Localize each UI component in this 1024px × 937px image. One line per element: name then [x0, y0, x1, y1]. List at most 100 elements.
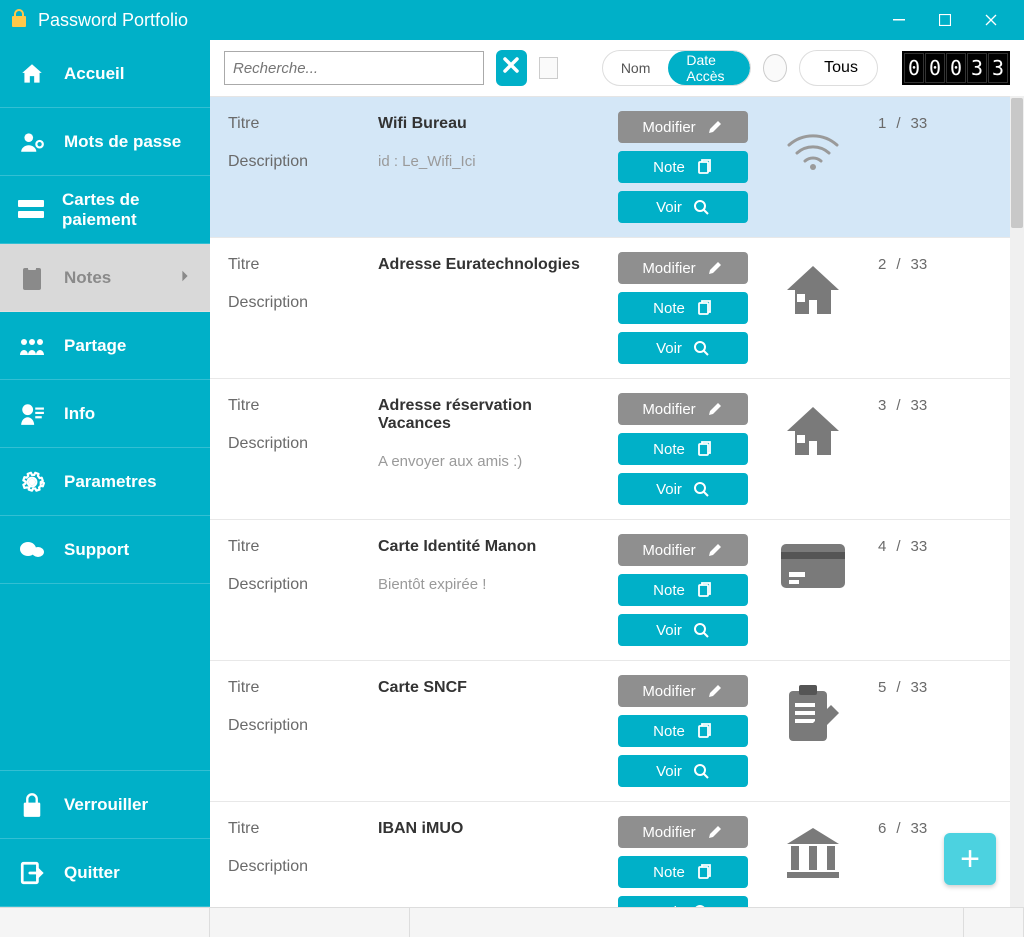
note-button[interactable]: Note: [618, 856, 748, 888]
list-item[interactable]: Titre Description Adresse réservation Va…: [210, 379, 1024, 520]
view-button[interactable]: Voir: [618, 473, 748, 505]
list-item[interactable]: Titre Description IBAN iMUO Modifier Not…: [210, 802, 1024, 907]
checkbox-unknown[interactable]: [539, 57, 558, 79]
item-description: A envoyer aux amis :): [378, 453, 608, 470]
modify-button[interactable]: Modifier: [618, 816, 748, 848]
view-button[interactable]: Voir: [618, 755, 748, 787]
sidebar-item-quit[interactable]: Quitter: [0, 839, 210, 907]
sidebar-item-cards[interactable]: Cartes de paiement: [0, 176, 210, 244]
sidebar-item-label: Support: [64, 540, 129, 560]
info-icon: [18, 401, 46, 427]
item-type-icon: [758, 816, 868, 907]
modify-button[interactable]: Modifier: [618, 111, 748, 143]
search-icon: [692, 621, 710, 639]
item-type-icon: [758, 111, 868, 223]
index-separator: /: [896, 538, 900, 555]
home-icon: [18, 61, 46, 87]
index-separator: /: [896, 820, 900, 837]
item-index: 5: [878, 679, 886, 696]
modify-button[interactable]: Modifier: [618, 393, 748, 425]
lock-icon: [18, 792, 46, 818]
note-button[interactable]: Note: [618, 433, 748, 465]
modify-button[interactable]: Modifier: [618, 534, 748, 566]
search-icon: [692, 762, 710, 780]
pencil-icon: [706, 541, 724, 559]
sidebar-item-accueil[interactable]: Accueil: [0, 40, 210, 108]
clear-search-button[interactable]: [496, 50, 527, 86]
search-icon: [692, 480, 710, 498]
sidebar-item-notes[interactable]: Notes: [0, 244, 210, 312]
view-button[interactable]: Voir: [618, 896, 748, 907]
filter-dot[interactable]: [763, 54, 787, 82]
close-button[interactable]: [968, 0, 1014, 40]
item-title: Adresse réservation Vacances: [378, 397, 608, 433]
add-button[interactable]: +: [944, 833, 996, 885]
sidebar-item-share[interactable]: Partage: [0, 312, 210, 380]
list-item[interactable]: Titre Description Adresse Euratechnologi…: [210, 238, 1024, 379]
sidebar-item-label: Notes: [64, 268, 111, 288]
exit-icon: [18, 860, 46, 886]
titlebar: Password Portfolio: [0, 0, 1024, 40]
list-item[interactable]: Titre Description Carte Identité Manon B…: [210, 520, 1024, 661]
field-label-title: Titre: [228, 397, 368, 415]
pencil-icon: [706, 400, 724, 418]
view-button[interactable]: Voir: [618, 191, 748, 223]
modify-button[interactable]: Modifier: [618, 675, 748, 707]
field-label-description: Description: [228, 858, 368, 876]
sort-option-name[interactable]: Nom: [603, 51, 669, 85]
field-label-title: Titre: [228, 538, 368, 556]
note-button[interactable]: Note: [618, 715, 748, 747]
search-icon: [692, 903, 710, 907]
modify-button[interactable]: Modifier: [618, 252, 748, 284]
item-index: 2: [878, 256, 886, 273]
index-separator: /: [896, 256, 900, 273]
pencil-icon: [706, 682, 724, 700]
item-title: Adresse Euratechnologies: [378, 256, 608, 274]
item-total: 33: [911, 820, 928, 837]
view-button[interactable]: Voir: [618, 614, 748, 646]
scrollbar[interactable]: [1010, 96, 1024, 907]
lock-icon: [10, 8, 28, 33]
index-separator: /: [896, 679, 900, 696]
item-total: 33: [911, 256, 928, 273]
clipboard-icon: [18, 265, 46, 291]
scrollbar-thumb[interactable]: [1011, 98, 1023, 228]
field-label-description: Description: [228, 576, 368, 594]
minimize-button[interactable]: [876, 0, 922, 40]
counter: 00033: [902, 51, 1010, 85]
sort-option-date[interactable]: Date Accès: [668, 51, 750, 85]
index-separator: /: [896, 115, 900, 132]
sidebar-item-passwords[interactable]: Mots de passe: [0, 108, 210, 176]
counter-digit: 3: [988, 53, 1008, 83]
item-title: IBAN iMUO: [378, 820, 608, 838]
note-button[interactable]: Note: [618, 151, 748, 183]
filter-pill[interactable]: Tous: [799, 50, 878, 86]
pencil-icon: [706, 259, 724, 277]
item-description: Bientôt expirée !: [378, 576, 608, 593]
pencil-icon: [706, 823, 724, 841]
item-total: 33: [911, 538, 928, 555]
card-icon: [18, 200, 44, 220]
sidebar-item-support[interactable]: Support: [0, 516, 210, 584]
index-separator: /: [896, 397, 900, 414]
sidebar-item-lock[interactable]: Verrouiller: [0, 771, 210, 839]
filter-label: Tous: [824, 59, 858, 77]
share-icon: [18, 335, 46, 357]
sidebar-item-label: Accueil: [64, 64, 124, 84]
list-item[interactable]: Titre Description Wifi Bureau id : Le_Wi…: [210, 97, 1024, 238]
maximize-button[interactable]: [922, 0, 968, 40]
sidebar-item-info[interactable]: Info: [0, 380, 210, 448]
view-button[interactable]: Voir: [618, 332, 748, 364]
statusbar: [0, 907, 1024, 937]
list-item[interactable]: Titre Description Carte SNCF Modifier No…: [210, 661, 1024, 802]
sidebar-item-settings[interactable]: Parametres: [0, 448, 210, 516]
search-input[interactable]: [224, 51, 484, 85]
note-button[interactable]: Note: [618, 574, 748, 606]
search-icon: [692, 198, 710, 216]
sidebar-item-label: Verrouiller: [64, 795, 148, 815]
item-title: Carte SNCF: [378, 679, 608, 697]
item-description: id : Le_Wifi_Ici: [378, 153, 608, 170]
copy-icon: [695, 440, 713, 458]
note-button[interactable]: Note: [618, 292, 748, 324]
copy-icon: [695, 863, 713, 881]
